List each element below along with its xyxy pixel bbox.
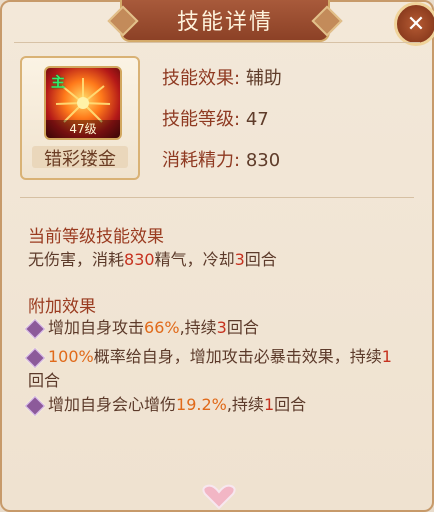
- title-bar: 技能详情: [120, 0, 330, 42]
- skill-corner-glyph: 主: [51, 75, 65, 91]
- close-button[interactable]: ✕: [394, 2, 434, 46]
- firework-skill-icon: 主 47级: [44, 66, 122, 140]
- extra-effect-item: 增加自身攻击66%,持续3回合: [48, 318, 259, 337]
- info-row-level: 技能等级: 47: [162, 105, 402, 146]
- cost-value: 830: [245, 150, 281, 171]
- heart-ornament-icon: [202, 484, 236, 510]
- section-divider: [20, 197, 414, 198]
- current-effect-title: 当前等级技能效果: [28, 227, 164, 247]
- extra-effect-item-wrap: 回合: [28, 371, 61, 390]
- effect-value: 辅助: [245, 68, 282, 89]
- info-row-effect: 技能效果: 辅助: [162, 64, 402, 105]
- skill-info: 技能效果: 辅助 技能等级: 47 消耗精力: 830: [162, 64, 402, 187]
- cooldown-highlight: 3: [234, 250, 245, 269]
- top-divider: [14, 42, 420, 43]
- diamond-bullet-icon: [25, 348, 45, 368]
- skill-level-badge: 47级: [46, 120, 120, 138]
- current-effect-text: 无伤害，消耗830精气，冷却3回合: [28, 250, 277, 269]
- extra-effect-title: 附加效果: [28, 297, 96, 317]
- skill-detail-panel: 技能详情 ✕ 主 47级 错彩镂金 技能效果: 辅助 技能等级: 47 消耗精力…: [0, 0, 434, 512]
- cost-label: 消耗精力:: [162, 150, 241, 171]
- skill-name: 错彩镂金: [44, 149, 116, 170]
- close-icon: ✕: [406, 11, 426, 37]
- diamond-bullet-icon: [25, 319, 45, 339]
- effect-label: 技能效果:: [162, 68, 241, 89]
- diamond-bullet-icon: [25, 396, 45, 416]
- level-value: 47: [245, 109, 269, 130]
- extra-effect-item: 增加自身会心增伤19.2%,持续1回合: [48, 395, 307, 414]
- window-title: 技能详情: [176, 10, 273, 35]
- info-row-cost: 消耗精力: 830: [162, 146, 402, 187]
- extra-effect-item: 100%概率给自身，增加攻击必暴击效果，持续1: [48, 347, 392, 366]
- cost-highlight: 830: [124, 250, 155, 269]
- skill-card: 主 47级 错彩镂金: [20, 56, 140, 180]
- level-label: 技能等级:: [162, 109, 241, 130]
